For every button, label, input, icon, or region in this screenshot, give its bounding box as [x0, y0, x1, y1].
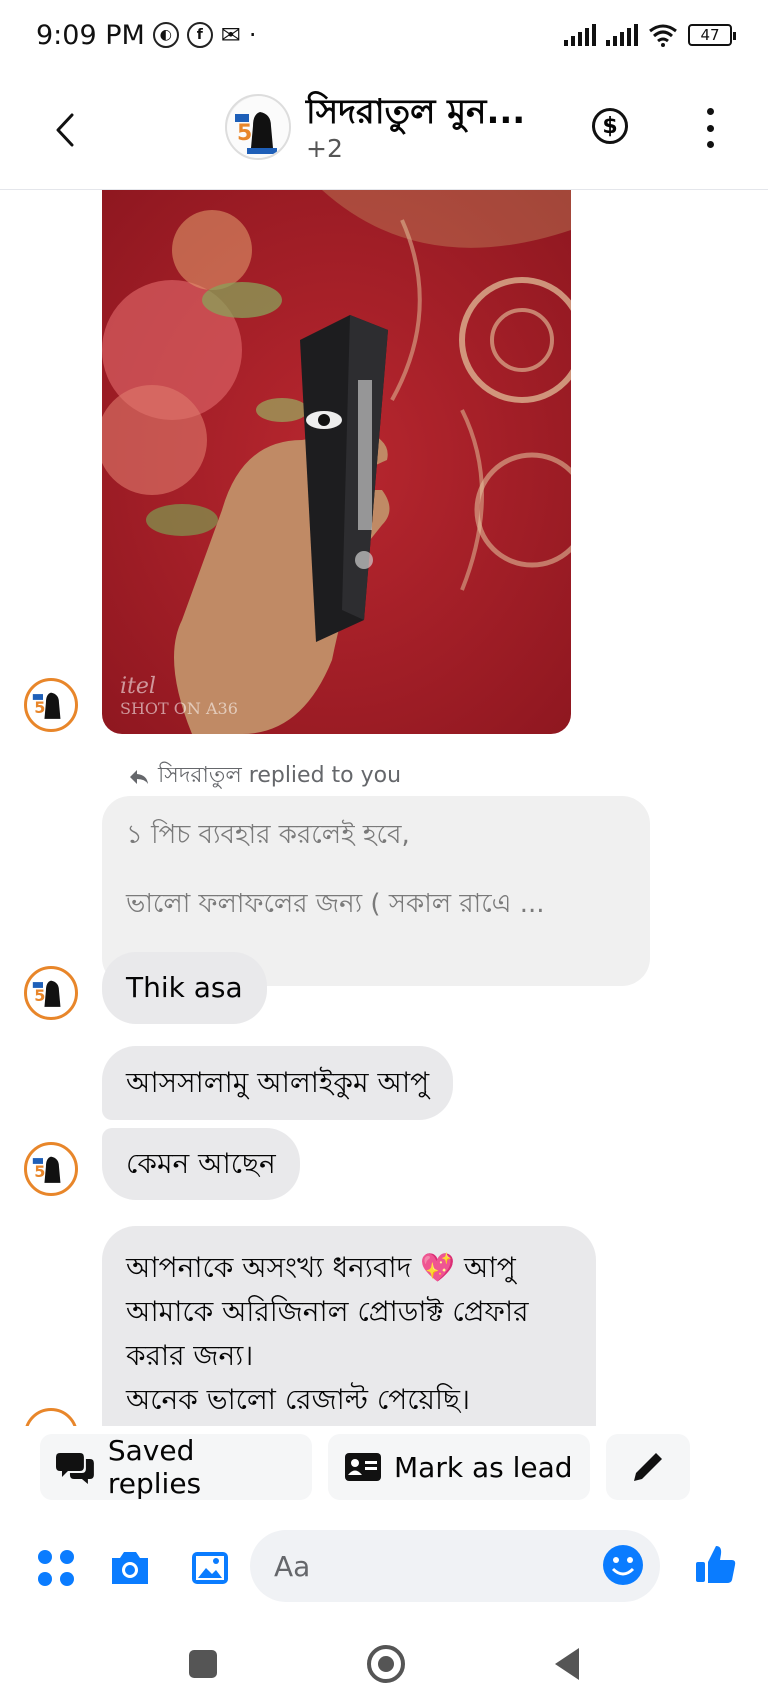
status-right: 47	[564, 23, 736, 47]
status-time: 9:09 PM	[36, 19, 145, 51]
status-bar: 9:09 PM ◐ f ✉ · 47	[0, 0, 768, 70]
reply-arrow-icon	[130, 769, 148, 784]
payment-button[interactable]: $	[592, 108, 628, 144]
quoted-line-1: ১ পিচ ব্যবহার করলেই হবে,	[126, 820, 410, 850]
signal-icon-2	[606, 24, 638, 46]
message-line: আমাকে অরিজিনাল প্রোডাক্ট প্রেফার	[126, 1295, 529, 1328]
composer: Aa	[0, 1526, 768, 1610]
message-line: করার জন্য।	[126, 1339, 254, 1372]
message-input-placeholder: Aa	[274, 1549, 311, 1583]
vertical-dots-icon	[706, 108, 714, 115]
message-bubble[interactable]: আপনাকে অসংখ্য ধন্যবাদ 💖 আপু আমাকে অরিজিন…	[102, 1226, 596, 1426]
participant-count: +2	[306, 134, 343, 163]
message-bubble[interactable]: আসসালামু আলাইকুম আপু	[102, 1046, 454, 1120]
more-options-button[interactable]	[700, 108, 720, 148]
system-back-button[interactable]	[555, 1648, 579, 1680]
data-saver-icon: ◐	[152, 22, 179, 48]
conversation-header: 5 সিদরাতুল মুন... +2 $	[0, 70, 768, 190]
recent-apps-button[interactable]	[189, 1650, 217, 1678]
svg-text:5: 5	[237, 121, 252, 146]
gmail-icon: ✉	[220, 21, 241, 49]
battery-icon: 47	[688, 24, 736, 46]
apps-grid-icon[interactable]	[34, 1546, 78, 1590]
sender-avatar[interactable]	[24, 1408, 78, 1426]
photo-image	[102, 190, 571, 734]
saved-replies-button[interactable]: Saved replies	[40, 1434, 312, 1500]
conversation-avatar[interactable]: 5	[225, 94, 291, 160]
message-bubble[interactable]: কেমন আছেন	[102, 1128, 300, 1200]
message-line: আপনাকে অসংখ্য ধন্যবাদ 💖 আপু	[126, 1251, 516, 1284]
page-logo-icon: 5	[32, 1156, 61, 1183]
quoted-line-2: ভালো ফলাফলের জন্য ( সকাল রাএে ...	[126, 889, 545, 919]
svg-text:5: 5	[34, 986, 45, 1005]
edit-button[interactable]	[606, 1434, 690, 1500]
emoji-icon[interactable]	[602, 1544, 644, 1586]
svg-text:5: 5	[34, 1162, 45, 1181]
contact-card-icon	[345, 1453, 381, 1481]
quick-actions: Saved replies Mark as lead	[0, 1434, 768, 1504]
wifi-icon	[649, 24, 677, 47]
facebook-icon: f	[186, 22, 213, 48]
sender-avatar[interactable]: 5	[24, 966, 78, 1020]
saved-replies-label: Saved replies	[107, 1434, 202, 1500]
back-button[interactable]	[40, 100, 90, 160]
thumbs-up-icon[interactable]	[694, 1542, 738, 1586]
message-list[interactable]: itel SHOT ON A36 5 সিদরাতুল replied to y…	[0, 190, 768, 1426]
camera-icon[interactable]	[108, 1546, 152, 1590]
sender-avatar[interactable]: 5	[24, 1142, 78, 1196]
photo-watermark: itel SHOT ON A36	[120, 674, 238, 718]
hearts-emoji: 💖💖💖💖💖	[126, 1422, 572, 1426]
message-line: অনেক ভালো রেজাল্ট পেয়েছি।	[126, 1383, 470, 1416]
chevron-left-icon	[56, 113, 74, 147]
reply-label-text: সিদরাতুল replied to you	[158, 763, 402, 788]
home-icon	[378, 1656, 394, 1672]
signal-icon	[564, 24, 596, 46]
message-bubble[interactable]: Thik asa	[102, 952, 267, 1024]
page-logo-icon: 5	[32, 692, 61, 719]
watermark-shot: SHOT ON A36	[120, 699, 238, 718]
mark-as-lead-label: Mark as lead	[394, 1450, 573, 1484]
page-logo-icon: 5	[32, 980, 61, 1007]
chat-bubbles-icon	[56, 1453, 94, 1484]
mark-as-lead-button[interactable]: Mark as lead	[328, 1434, 590, 1500]
home-button[interactable]	[367, 1645, 405, 1683]
status-left: 9:09 PM ◐ f ✉ ·	[36, 20, 257, 51]
message-input[interactable]: Aa	[250, 1530, 660, 1602]
pencil-icon	[634, 1453, 662, 1481]
dot-icon: ·	[248, 21, 257, 49]
system-navigation-bar	[0, 1620, 768, 1708]
photo-message[interactable]: itel SHOT ON A36	[102, 190, 571, 734]
sender-avatar[interactable]: 5	[24, 678, 78, 732]
svg-text:5: 5	[34, 698, 45, 717]
watermark-brand: itel	[120, 674, 156, 699]
dollar-circle-icon: $	[602, 113, 618, 139]
gallery-icon[interactable]	[188, 1546, 232, 1590]
reply-indicator: সিদরাতুল replied to you	[128, 758, 401, 795]
page-logo-icon: 5	[227, 96, 289, 158]
